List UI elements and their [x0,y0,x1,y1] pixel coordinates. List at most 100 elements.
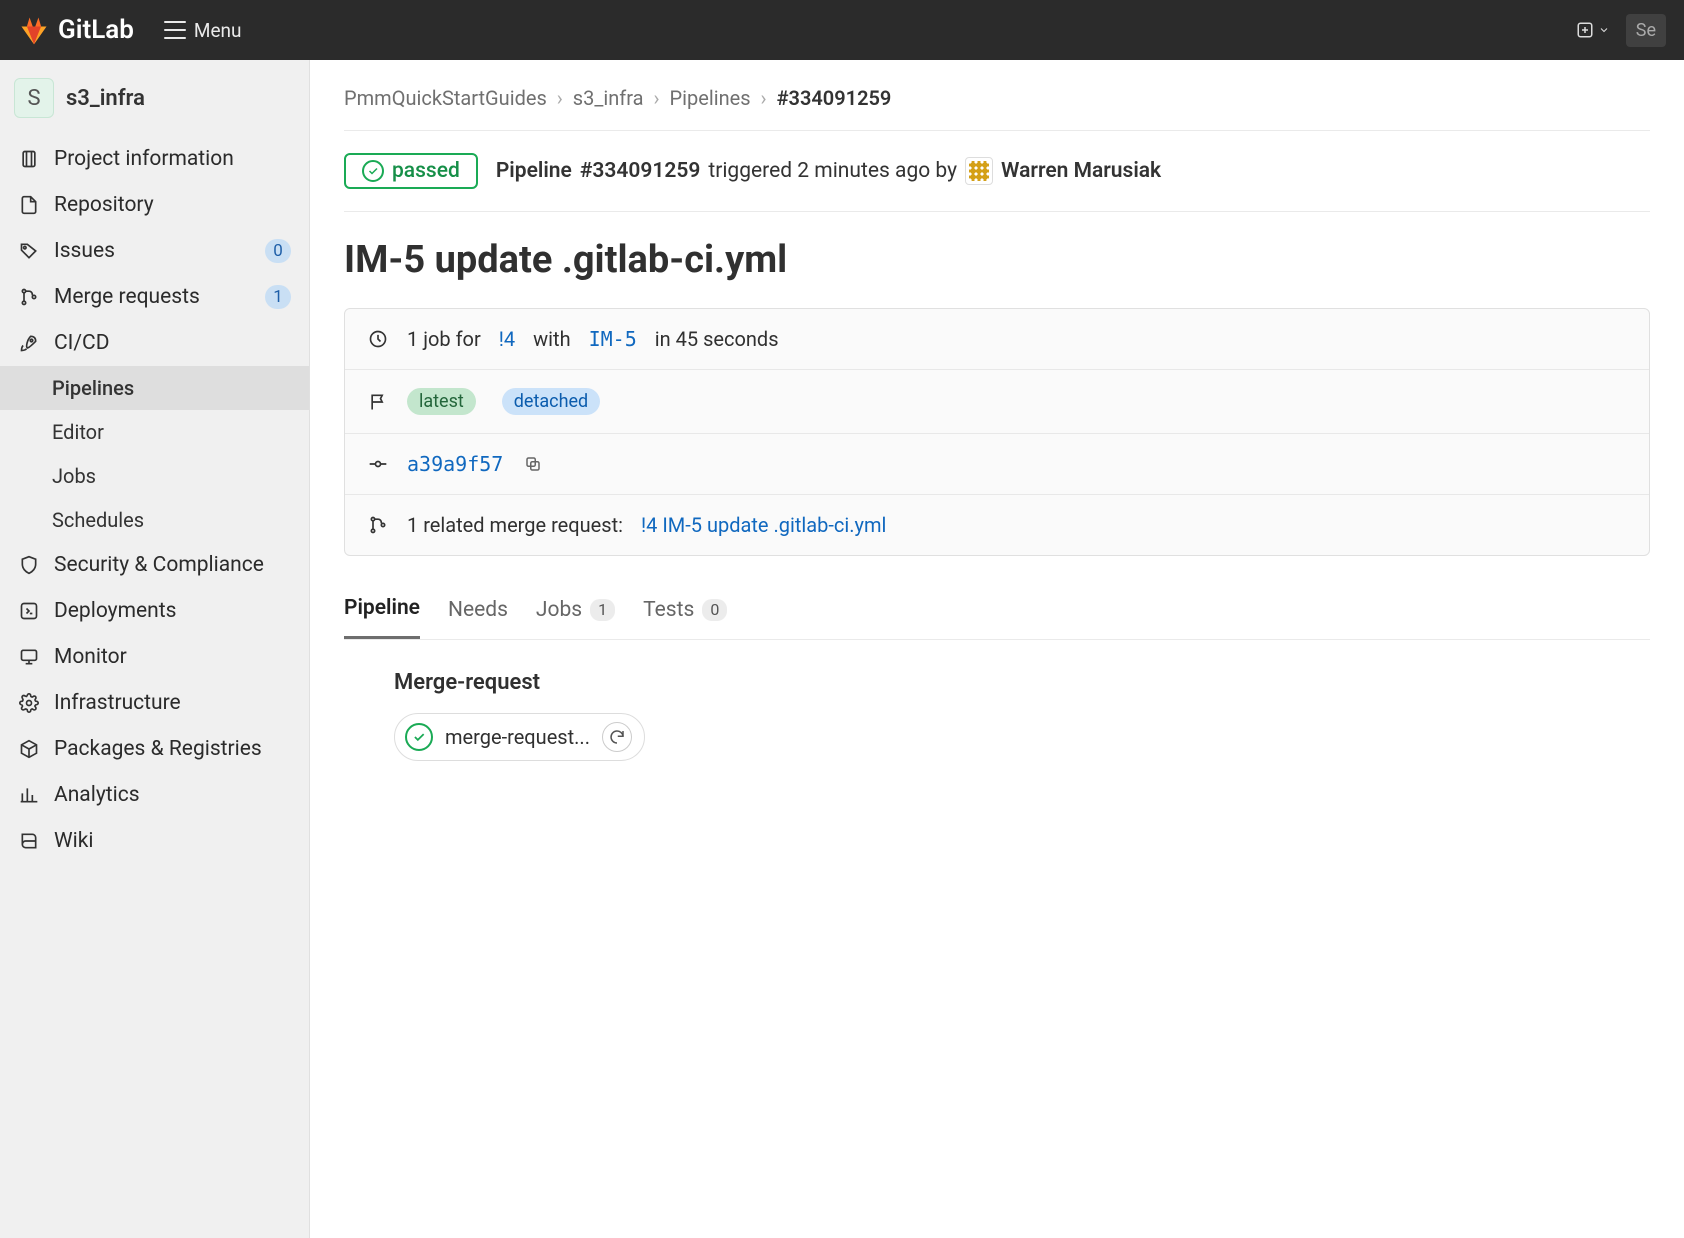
info-circle-icon [18,148,40,170]
sidebar-item-wiki[interactable]: Wiki [0,818,309,864]
menu-button[interactable]: Menu [154,13,252,48]
sidebar-item-label: Issues [54,239,115,263]
sidebar-item-project-information[interactable]: Project information [0,136,309,182]
related-mr-link[interactable]: !4 IM-5 update .gitlab-ci.yml [641,513,886,537]
related-mr-prefix: 1 related merge request: [407,513,623,537]
topbar: GitLab Menu Se [0,0,1684,60]
status-badge[interactable]: passed [344,153,478,189]
pipeline-id: #334091259 [580,159,701,183]
sidebar-item-packages[interactable]: Packages & Registries [0,726,309,772]
job-status-check-icon [405,723,433,751]
details-row-related-mr: 1 related merge request: !4 IM-5 update … [345,495,1649,555]
breadcrumb-sep-icon: › [761,86,767,110]
sidebar-item-repository[interactable]: Repository [0,182,309,228]
job-pill[interactable]: merge-request... [394,713,645,761]
sidebar-item-label: Monitor [54,645,127,669]
sidebar-item-analytics[interactable]: Analytics [0,772,309,818]
user-avatar[interactable] [965,157,993,185]
user-name[interactable]: Warren Marusiak [1001,159,1161,183]
clock-icon [367,328,389,350]
details-row-duration: 1 job for !4 with IM-5 in 45 seconds [345,309,1649,370]
pipeline-details-box: 1 job for !4 with IM-5 in 45 seconds lat… [344,308,1650,556]
tab-tests[interactable]: Tests 0 [643,586,727,639]
details-row-tags: latest detached [345,370,1649,434]
branch-link[interactable]: IM-5 [589,327,637,351]
latest-tag: latest [407,388,476,415]
sidebar-item-label: Security & Compliance [54,553,264,577]
rocket-icon [18,332,40,354]
pipeline-triggered-text: Pipeline #334091259 triggered 2 minutes … [496,157,1161,185]
breadcrumb-current: #334091259 [777,86,892,110]
issues-count-badge: 0 [265,239,291,263]
tests-count-badge: 0 [702,599,727,621]
sidebar-item-label: CI/CD [54,331,110,355]
shield-icon [18,554,40,576]
detached-tag: detached [502,388,600,415]
chevron-down-icon [1598,24,1610,36]
tag-icon [18,240,40,262]
sidebar-item-security[interactable]: Security & Compliance [0,542,309,588]
project-name: s3_infra [66,86,145,111]
tab-pipeline[interactable]: Pipeline [344,586,420,639]
mr-ref-link[interactable]: !4 [499,327,515,351]
sidebar-subitem-pipelines[interactable]: Pipelines [0,366,309,410]
breadcrumb-section[interactable]: Pipelines [670,86,751,110]
commit-sha-link[interactable]: a39a9f57 [407,452,503,476]
sidebar-item-label: Analytics [54,783,140,807]
create-menu-button[interactable] [1570,17,1616,43]
main-content: PmmQuickStartGuides › s3_infra › Pipelin… [310,60,1684,1238]
deploy-icon [18,600,40,622]
sidebar-item-label: Infrastructure [54,691,181,715]
analytics-icon [18,784,40,806]
commit-icon [367,453,389,475]
flag-icon [367,391,389,413]
sidebar-item-issues[interactable]: Issues 0 [0,228,309,274]
page-title: IM-5 update .gitlab-ci.yml [344,212,1650,308]
details-row-commit: a39a9f57 [345,434,1649,495]
pipeline-tabs: Pipeline Needs Jobs 1 Tests 0 [344,586,1650,640]
project-header[interactable]: S s3_infra [0,60,309,136]
job-name: merge-request... [445,725,590,749]
retry-job-button[interactable] [602,722,632,752]
monitor-icon [18,646,40,668]
sidebar-item-label: Wiki [54,829,94,853]
topbar-right: Se [1570,14,1666,47]
sidebar-item-label: Merge requests [54,285,200,309]
sidebar-subitem-jobs[interactable]: Jobs [0,454,309,498]
gitlab-logo-icon [18,14,50,46]
sidebar-item-infrastructure[interactable]: Infrastructure [0,680,309,726]
sidebar-subitem-schedules[interactable]: Schedules [0,498,309,542]
sidebar: S s3_infra Project information Repositor… [0,60,310,1238]
tab-needs[interactable]: Needs [448,586,508,639]
jobs-count-badge: 1 [590,599,615,621]
sidebar-item-label: Deployments [54,599,176,623]
sidebar-item-merge-requests[interactable]: Merge requests 1 [0,274,309,320]
sidebar-item-monitor[interactable]: Monitor [0,634,309,680]
gitlab-logo[interactable]: GitLab [18,14,134,46]
jobs-prefix: 1 job for [407,327,481,351]
tab-jobs[interactable]: Jobs 1 [536,586,615,639]
breadcrumb-group[interactable]: PmmQuickStartGuides [344,86,547,110]
pipeline-stage: Merge-request merge-request... [344,670,1650,761]
breadcrumb: PmmQuickStartGuides › s3_infra › Pipelin… [344,86,1650,131]
breadcrumb-sep-icon: › [557,86,563,110]
sidebar-item-label: Repository [54,193,154,217]
sidebar-item-deployments[interactable]: Deployments [0,588,309,634]
copy-sha-button[interactable] [521,452,545,476]
file-icon [18,194,40,216]
sidebar-item-cicd[interactable]: CI/CD [0,320,309,366]
plus-box-icon [1576,21,1594,39]
cicd-submenu: Pipelines Editor Jobs Schedules [0,366,309,542]
search-input[interactable]: Se [1626,14,1666,47]
check-circle-icon [362,160,384,182]
package-icon [18,738,40,760]
status-text: passed [392,159,460,183]
breadcrumb-project[interactable]: s3_infra [573,86,644,110]
sidebar-nav: Project information Repository Issues 0 [0,136,309,864]
topbar-left: GitLab Menu [18,13,252,48]
merge-icon [18,286,40,308]
sidebar-subitem-editor[interactable]: Editor [0,410,309,454]
pipeline-header: passed Pipeline #334091259 triggered 2 m… [344,131,1650,212]
menu-label: Menu [194,19,242,42]
stage-name: Merge-request [394,670,1650,695]
